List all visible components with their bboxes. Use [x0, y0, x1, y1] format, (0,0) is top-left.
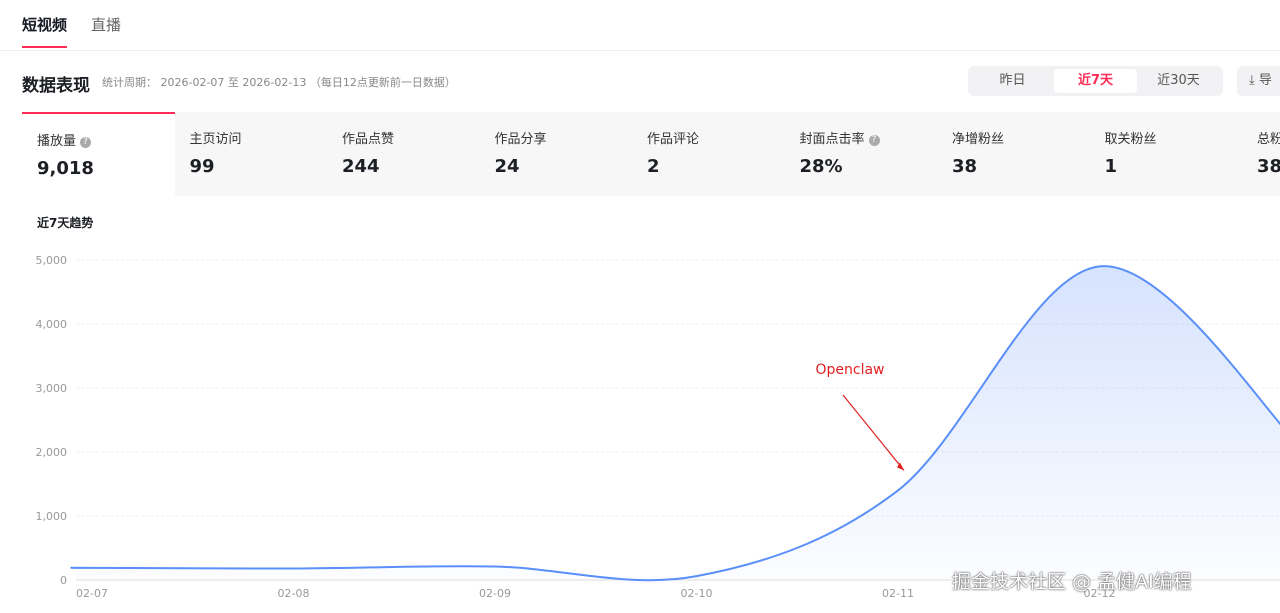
y-tick-label: 5,000 [36, 254, 68, 267]
x-tick-label: 02-08 [278, 587, 310, 600]
y-tick-label: 2,000 [36, 446, 68, 459]
metric-card[interactable]: 封面点击率? 28% [785, 112, 938, 196]
divider [0, 50, 1280, 51]
metric-value: 244 [342, 156, 380, 177]
annotation-label: Openclaw [815, 362, 884, 378]
metric-label: 播放量 [37, 134, 77, 149]
range-option-0[interactable]: 昨日 [971, 69, 1054, 93]
area-fill [71, 266, 1280, 581]
trend-chart: 0 1,000 2,000 3,000 4,000 5,000 02-07 02-08 02-0… [36, 254, 1280, 600]
metric-value: 99 [189, 156, 215, 177]
range-option-2[interactable]: 近30天 [1137, 69, 1220, 93]
tab-1[interactable]: 直播 [91, 0, 121, 50]
help-icon[interactable]: ? [80, 137, 92, 148]
tab-0[interactable]: 短视频 [22, 0, 68, 50]
y-tick-label: 1,000 [36, 510, 68, 523]
metric-value: 1 [1104, 156, 1118, 177]
stat-period: 统计周期： 2026-02-07 至 2026-02-13 （每日12点更新前一… [102, 76, 456, 89]
export-button[interactable]: ⤓ 导 [1237, 66, 1280, 96]
y-tick-label: 3,000 [36, 382, 68, 395]
annotation-arrow [842, 394, 905, 471]
page-title: 数据表现 [22, 76, 90, 96]
metric-value: 38 [1257, 156, 1280, 177]
metric-card[interactable]: 作品评论 2 [632, 112, 785, 196]
metric-label: 作品点赞 [342, 132, 395, 147]
help-icon[interactable]: ? [868, 135, 880, 146]
chart-title: 近7天趋势 [37, 216, 94, 230]
metric-label: 总粉 [1257, 132, 1280, 147]
x-tick-label: 02-09 [479, 587, 511, 600]
metric-value: 9,018 [37, 158, 94, 179]
metric-value: 38 [952, 156, 978, 177]
metric-label: 净增粉丝 [952, 132, 1005, 147]
x-tick-label: 02-11 [882, 587, 914, 600]
x-tick-label: 02-07 [76, 587, 108, 600]
metric-card[interactable]: 作品分享 24 [480, 112, 633, 196]
x-tick-label: 02-10 [681, 587, 713, 600]
metrics-bar: 播放量? 9,018 主页访问 99 作品点赞 244 作品分享 24 作品评论 2 封面点击率? 2… [22, 112, 1280, 196]
y-tick-label: 0 [60, 574, 67, 587]
metric-label: 作品评论 [647, 132, 700, 147]
y-tick-label: 4,000 [36, 318, 68, 331]
metric-value: 28% [799, 156, 843, 177]
metric-value: 2 [647, 156, 660, 177]
date-range-selector: 昨日 近7天 近30天 [968, 66, 1223, 96]
metric-label: 主页访问 [189, 132, 242, 147]
metric-card[interactable]: 播放量? 9,018 [22, 112, 175, 196]
metric-card[interactable]: 主页访问 99 [175, 112, 328, 196]
metric-card[interactable]: 净增粉丝 38 [937, 112, 1090, 196]
metric-label: 作品分享 [494, 132, 547, 147]
metric-value: 24 [494, 156, 520, 177]
watermark: 掘金技术社区 @ 孟健AI编程 [952, 571, 1192, 593]
range-option-1[interactable]: 近7天 [1054, 69, 1137, 93]
download-icon: ⤓ [1249, 73, 1259, 88]
metric-card[interactable]: 取关粉丝 1 [1090, 112, 1243, 196]
metric-card[interactable]: 总粉 38 [1242, 112, 1280, 196]
metric-label: 取关粉丝 [1104, 132, 1157, 147]
metric-label: 封面点击率 [799, 132, 865, 147]
metric-card[interactable]: 作品点赞 244 [327, 112, 480, 196]
